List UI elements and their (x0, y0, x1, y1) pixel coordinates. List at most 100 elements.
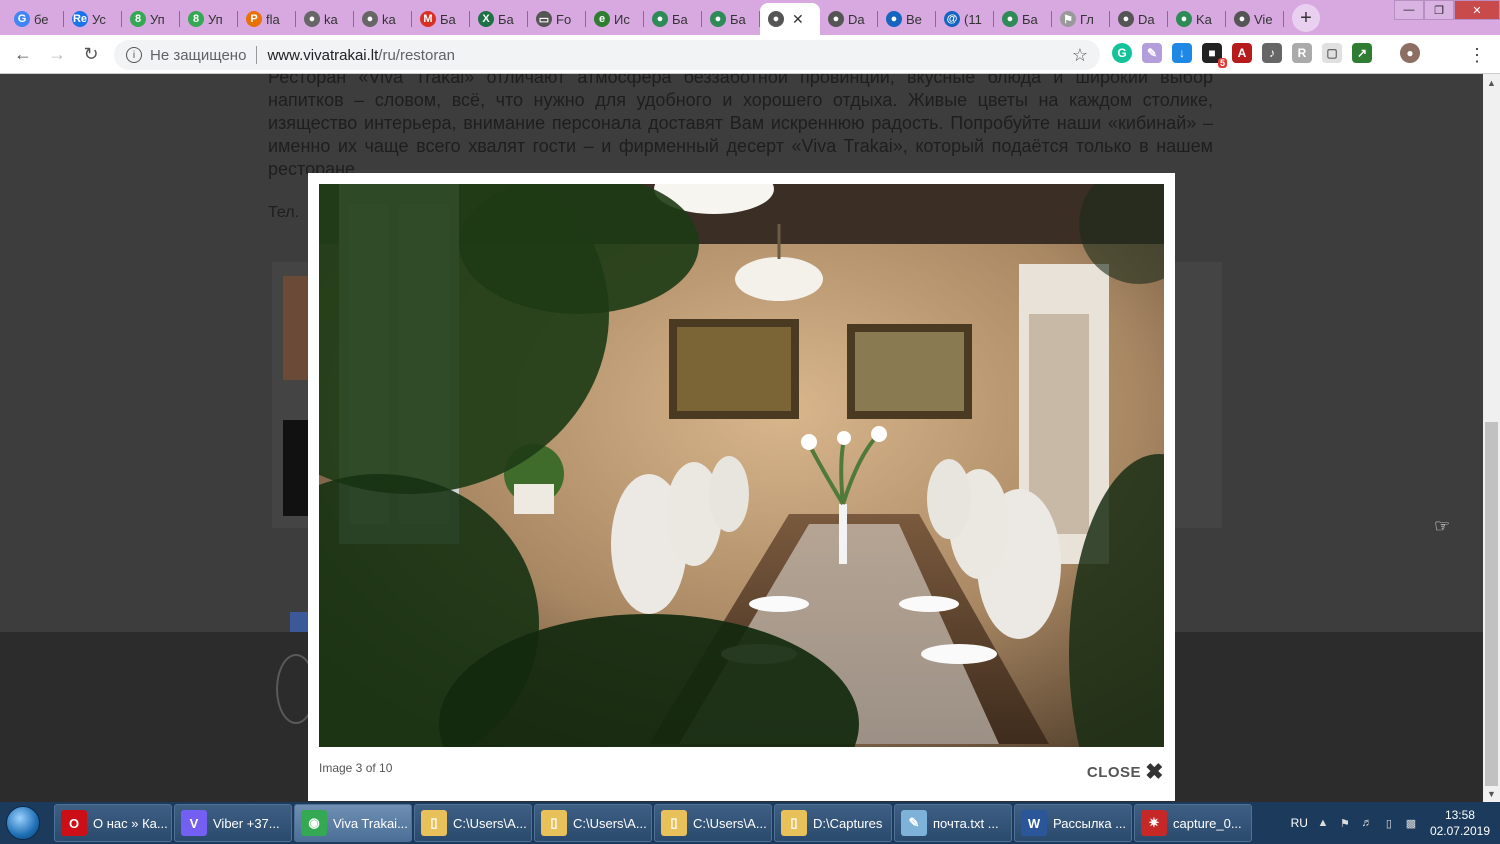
tab-17[interactable]: @ (11 (936, 3, 994, 35)
earth-icon: ● (652, 11, 668, 27)
tab-label: Ба (440, 11, 456, 27)
taskbar-item-label: C:\Users\A... (693, 815, 767, 831)
taskbar-item-label: C:\Users\A... (573, 815, 647, 831)
clock-date: 02.07.2019 (1429, 824, 1490, 838)
tab-21[interactable]: ● Ka (1168, 3, 1226, 35)
tab-label: бе (34, 11, 49, 27)
gallery-thumbnail[interactable] (283, 420, 311, 516)
scrollbar-thumb[interactable] (1485, 422, 1498, 786)
close-label: CLOSE (1086, 763, 1142, 781)
tab-6[interactable]: ● ka (296, 3, 354, 35)
tab-19[interactable]: ⚑ Гл (1052, 3, 1110, 35)
scroll-down-icon[interactable]: ▼ (1483, 785, 1500, 802)
tab-13[interactable]: ● Ба (702, 3, 760, 35)
taskbar-item-label: почта.txt ... (933, 815, 999, 831)
windows-logo-icon (6, 806, 40, 840)
volume-icon[interactable]: ♬ (1360, 816, 1374, 830)
tab-3[interactable]: 8 Уп (122, 3, 180, 35)
tab-22[interactable]: ● Vie (1226, 3, 1284, 35)
minimize-button[interactable]: — (1394, 0, 1424, 20)
tab-16[interactable]: ● Be (878, 3, 936, 35)
tab-9[interactable]: X Ба (470, 3, 528, 35)
taskbar-item[interactable]: ▯ C:\Users\A... (534, 804, 652, 842)
tab-11[interactable]: e Ис (586, 3, 644, 35)
extension-dark-icon[interactable]: ■ 5 (1202, 43, 1227, 68)
tab-label: Ис (614, 11, 630, 27)
pen-icon[interactable]: ✎ (1142, 43, 1162, 63)
tab-1[interactable]: Gбе (6, 3, 64, 35)
taskbar-item[interactable]: ✎ почта.txt ... (894, 804, 1012, 842)
extension-badge: 5 (1217, 58, 1227, 68)
taskbar-item-label: Рассылка ... (1053, 815, 1127, 831)
tab-15[interactable]: ● Da (820, 3, 878, 35)
tab-label: Da (848, 11, 865, 27)
doc-icon: e (594, 11, 610, 27)
taskbar-item[interactable]: ◉ Viva Trakai... (294, 804, 412, 842)
folder-icon: ▯ (661, 810, 687, 836)
taskbar-item[interactable]: ▯ D:\Captures (774, 804, 892, 842)
sheet-icon[interactable]: ↗ (1352, 43, 1372, 63)
google-icon: G (14, 11, 30, 27)
globe-icon: ● (828, 11, 844, 27)
flag-icon: ⚑ (1060, 11, 1076, 27)
tab-14[interactable]: ● ✕ (760, 3, 820, 35)
menu-icon[interactable]: ⋮ (1468, 45, 1486, 66)
tab-12[interactable]: ● Ба (644, 3, 702, 35)
network-icon[interactable]: ▩ (1404, 816, 1418, 830)
start-button[interactable] (0, 802, 46, 844)
scroll-up-icon[interactable]: ▲ (1483, 74, 1500, 91)
tab-4[interactable]: 8 Уп (180, 3, 238, 35)
flag-tray-icon[interactable]: ⚑ (1338, 816, 1352, 830)
gallery-thumbnail[interactable] (283, 276, 311, 380)
excel-icon: X (478, 11, 494, 27)
puzzle-icon[interactable]: R (1292, 43, 1312, 63)
screen-icon[interactable]: ▢ (1322, 43, 1342, 63)
chrome-icon: ◉ (301, 810, 327, 836)
tab-label: Ба (730, 11, 746, 27)
address-bar[interactable]: i Не защищено www.vivatrakai.lt/ru/resto… (114, 40, 1100, 70)
tab-18[interactable]: ● Ба (994, 3, 1052, 35)
download-icon[interactable]: ↓ (1172, 43, 1192, 63)
taskbar-items: O О нас » Ка... V Viber +37... ◉ Viva Trakai.… (54, 804, 1254, 842)
tab-5[interactable]: Pfla (238, 3, 296, 35)
taskbar-item[interactable]: ✷ capture_0... (1134, 804, 1252, 842)
taskbar-item[interactable]: V Viber +37... (174, 804, 292, 842)
grammarly-icon[interactable]: G (1112, 43, 1132, 63)
tab-7[interactable]: ● ka (354, 3, 412, 35)
reload-icon[interactable]: ↻ (74, 37, 108, 71)
close-lightbox-button[interactable]: CLOSE ✖ (1086, 761, 1164, 783)
speaker-icon[interactable]: ♪ (1262, 43, 1282, 63)
word-icon: W (1021, 810, 1047, 836)
taskbar-item[interactable]: O О нас » Ка... (54, 804, 172, 842)
close-window-button[interactable]: ✕ (1454, 0, 1500, 20)
tab-20[interactable]: ● Da (1110, 3, 1168, 35)
tab-label: Fo (556, 11, 572, 27)
taskbar-item[interactable]: ▯ C:\Users\A... (414, 804, 532, 842)
language-indicator[interactable]: RU (1291, 816, 1308, 830)
tab-10[interactable]: ▭ Fo (528, 3, 586, 35)
close-tab-icon[interactable]: ✕ (792, 11, 804, 28)
tab-8[interactable]: M Ба (412, 3, 470, 35)
forward-icon[interactable]: → (40, 37, 74, 71)
pdf-icon[interactable]: A (1232, 43, 1252, 63)
taskbar-item[interactable]: W Рассылка ... (1014, 804, 1132, 842)
tray-expand-icon[interactable]: ▲ (1316, 816, 1330, 830)
window-controls: — ❐ ✕ (1394, 0, 1500, 20)
notepad-icon: ✎ (901, 810, 927, 836)
monitor-icon: ▭ (536, 11, 552, 27)
restore-button[interactable]: ❐ (1424, 0, 1454, 20)
vertical-scrollbar[interactable]: ▲ ▼ (1483, 74, 1500, 802)
tab-label: Da (1138, 11, 1155, 27)
folder-icon: ▯ (421, 810, 447, 836)
taskbar-item[interactable]: ▯ C:\Users\A... (654, 804, 772, 842)
avatar[interactable]: ● (1400, 43, 1420, 63)
power-icon[interactable]: ▯ (1382, 816, 1396, 830)
new-tab-button[interactable]: + (1292, 4, 1320, 32)
clock[interactable]: 13:58 02.07.2019 (1430, 807, 1490, 839)
tab-label: Гл (1080, 11, 1094, 27)
back-icon[interactable]: ← (6, 37, 40, 71)
taskbar-item-label: C:\Users\A... (453, 815, 527, 831)
bookmark-star-icon[interactable]: ☆ (1072, 45, 1088, 66)
info-icon[interactable]: i (126, 47, 142, 63)
tab-2[interactable]: Re Ус (64, 3, 122, 35)
